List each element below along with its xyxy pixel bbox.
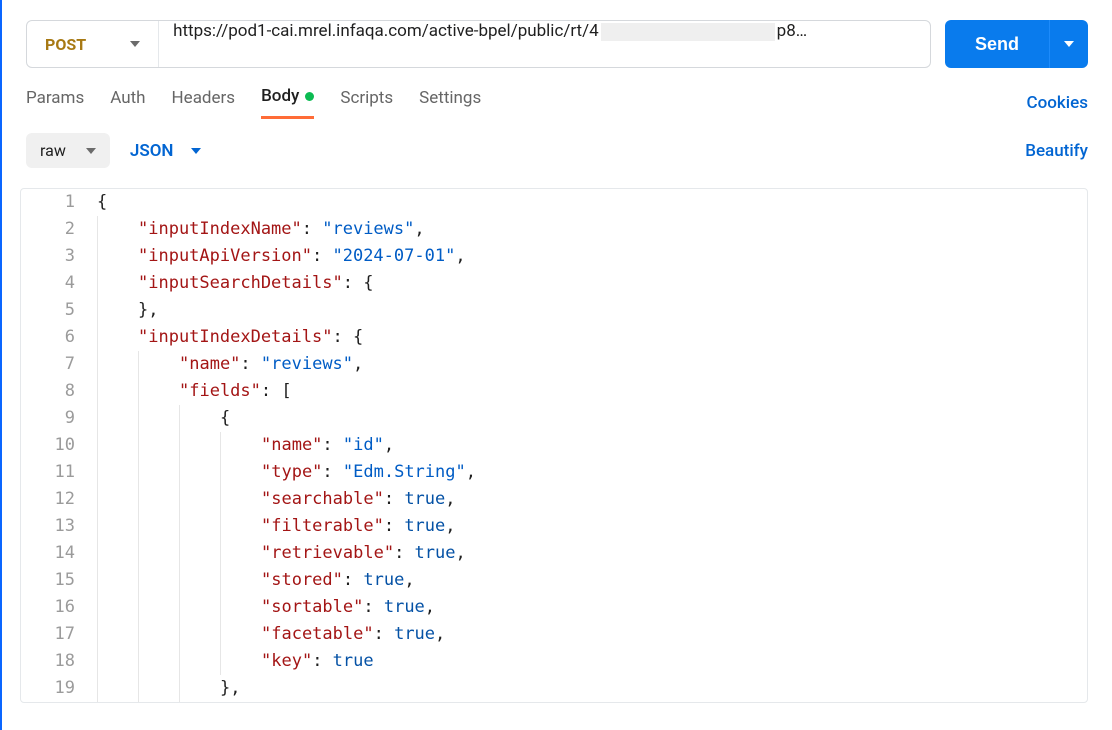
code-text: "key" bbox=[261, 651, 312, 671]
code-text: "name" bbox=[179, 354, 240, 374]
code-text: true bbox=[363, 570, 404, 590]
code-text: { bbox=[97, 192, 107, 212]
tab-body-label: Body bbox=[261, 86, 299, 106]
http-method-select[interactable]: POST bbox=[27, 21, 159, 67]
line-number: 19 bbox=[21, 675, 93, 702]
content-type-select[interactable]: JSON bbox=[124, 141, 208, 161]
code-text: }, bbox=[138, 300, 158, 320]
request-row: POST https://pod1-cai.mrel.infaqa.com/ac… bbox=[26, 20, 1088, 68]
code-text: "inputSearchDetails" bbox=[138, 273, 343, 293]
chevron-down-icon bbox=[191, 148, 201, 154]
active-dot-icon bbox=[305, 92, 314, 101]
line-number: 3 bbox=[21, 243, 93, 270]
line-number: 5 bbox=[21, 297, 93, 324]
line-number: 2 bbox=[21, 216, 93, 243]
http-method-label: POST bbox=[45, 35, 86, 54]
line-number: 1 bbox=[21, 189, 93, 216]
line-number: 9 bbox=[21, 405, 93, 432]
line-number: 8 bbox=[21, 378, 93, 405]
url-redacted-segment bbox=[601, 23, 775, 41]
send-group: Send bbox=[945, 20, 1088, 68]
tab-body[interactable]: Body bbox=[261, 86, 314, 119]
code-text: "stored" bbox=[261, 570, 343, 590]
code-text: "searchable" bbox=[261, 489, 384, 509]
code-editor[interactable]: 1{ 2"inputIndexName": "reviews", 3"input… bbox=[20, 188, 1088, 703]
line-number: 18 bbox=[21, 648, 93, 675]
line-number: 17 bbox=[21, 621, 93, 648]
code-text: true bbox=[415, 543, 456, 563]
code-text: { bbox=[363, 273, 373, 293]
code-text: "inputIndexName" bbox=[138, 219, 302, 239]
line-number: 4 bbox=[21, 270, 93, 297]
line-number: 11 bbox=[21, 459, 93, 486]
code-text: "facetable" bbox=[261, 624, 374, 644]
code-text: "reviews" bbox=[261, 354, 353, 374]
code-text: true bbox=[333, 651, 374, 671]
request-tabs: Params Auth Headers Body Scripts Setting… bbox=[26, 86, 481, 119]
code-text: "name" bbox=[261, 435, 322, 455]
line-number: 7 bbox=[21, 351, 93, 378]
code-text: { bbox=[220, 408, 230, 428]
body-mode-label: raw bbox=[40, 141, 66, 160]
chevron-down-icon bbox=[1064, 41, 1074, 47]
tab-scripts[interactable]: Scripts bbox=[340, 86, 393, 119]
tab-auth[interactable]: Auth bbox=[110, 86, 145, 119]
tab-headers[interactable]: Headers bbox=[172, 86, 236, 119]
code-text: "id" bbox=[343, 435, 384, 455]
body-mode-select[interactable]: raw bbox=[26, 133, 110, 168]
line-number: 14 bbox=[21, 540, 93, 567]
url-prefix: https://pod1-cai.mrel.infaqa.com/active-… bbox=[173, 21, 599, 41]
line-number: 10 bbox=[21, 432, 93, 459]
code-text: "Edm.String" bbox=[343, 462, 466, 482]
line-number: 12 bbox=[21, 486, 93, 513]
url-group: POST https://pod1-cai.mrel.infaqa.com/ac… bbox=[26, 20, 931, 68]
url-suffix: p8… bbox=[777, 21, 807, 41]
code-text: "2024-07-01" bbox=[332, 246, 455, 266]
code-text: "fields" bbox=[179, 381, 261, 401]
cookies-link[interactable]: Cookies bbox=[1027, 93, 1088, 113]
line-number: 13 bbox=[21, 513, 93, 540]
tab-settings[interactable]: Settings bbox=[419, 86, 481, 119]
code-text: true bbox=[404, 516, 445, 536]
code-text: { bbox=[353, 327, 363, 347]
code-text: }, bbox=[220, 678, 240, 698]
send-more-button[interactable] bbox=[1049, 20, 1088, 68]
code-text: "inputApiVersion" bbox=[138, 246, 312, 266]
code-text: "retrievable" bbox=[261, 543, 394, 563]
code-text: "filterable" bbox=[261, 516, 384, 536]
line-number: 6 bbox=[21, 324, 93, 351]
code-text: true bbox=[394, 624, 435, 644]
code-text: true bbox=[404, 489, 445, 509]
tabs-row: Params Auth Headers Body Scripts Setting… bbox=[26, 86, 1088, 119]
tab-params[interactable]: Params bbox=[26, 86, 84, 119]
code-text: true bbox=[384, 597, 425, 617]
code-text: "sortable" bbox=[261, 597, 363, 617]
line-number: 15 bbox=[21, 567, 93, 594]
code-text: "type" bbox=[261, 462, 322, 482]
beautify-link[interactable]: Beautify bbox=[1025, 141, 1088, 161]
content-type-label: JSON bbox=[130, 141, 174, 161]
line-number: 16 bbox=[21, 594, 93, 621]
body-options-row: raw JSON Beautify bbox=[26, 133, 1088, 168]
chevron-down-icon bbox=[130, 41, 140, 47]
code-text: "inputIndexDetails" bbox=[138, 327, 332, 347]
code-text: "reviews" bbox=[322, 219, 414, 239]
send-button[interactable]: Send bbox=[945, 20, 1049, 68]
chevron-down-icon bbox=[86, 148, 96, 154]
url-input[interactable]: https://pod1-cai.mrel.infaqa.com/active-… bbox=[159, 21, 930, 67]
code-text: [ bbox=[281, 381, 291, 401]
